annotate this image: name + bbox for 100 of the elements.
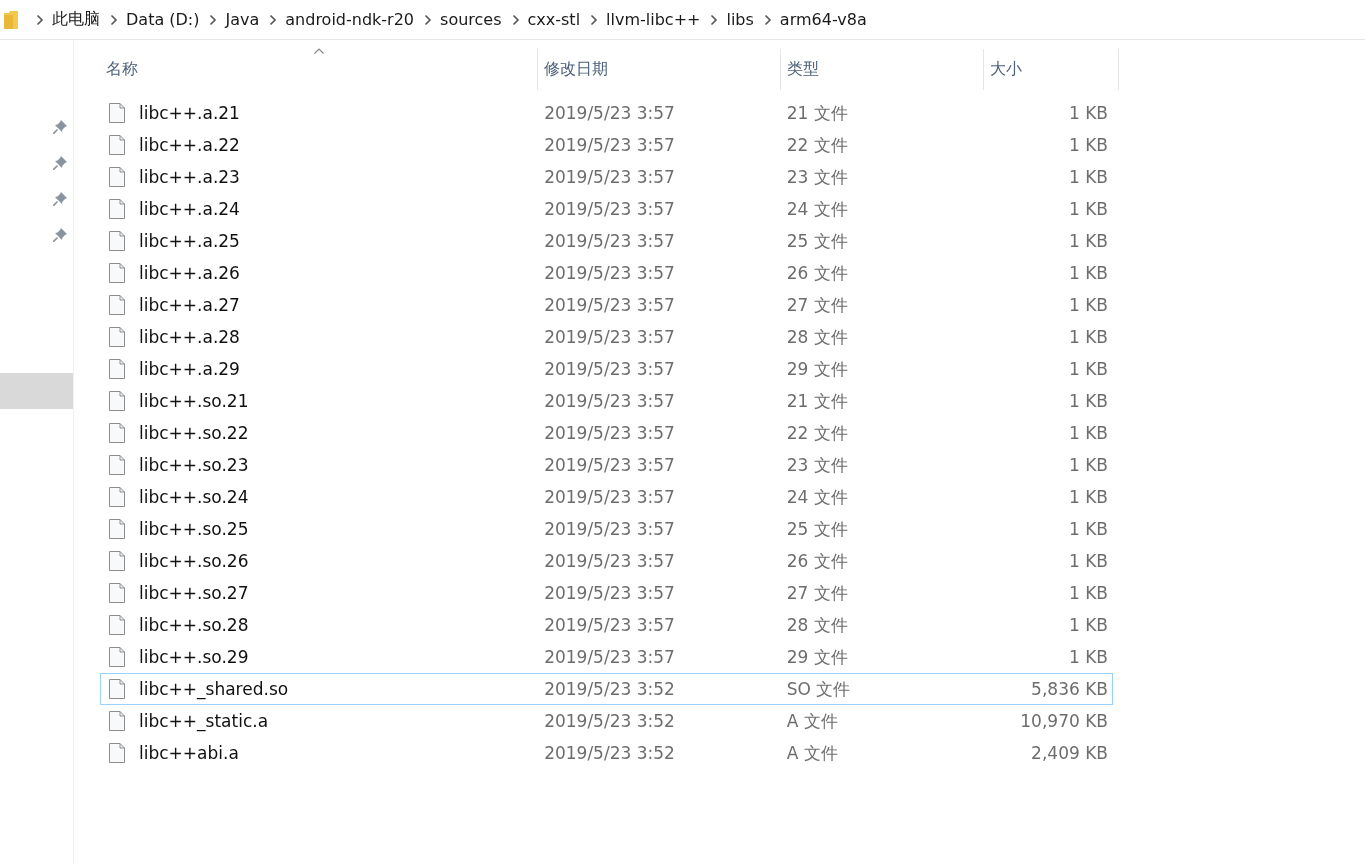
file-row[interactable]: libc++.so.23 2019/5/23 3:57 23 文件 1 KB <box>100 449 1113 481</box>
table-cell: 1 KB <box>1068 135 1108 155</box>
file-row[interactable]: libc++abi.a 2019/5/23 3:52 A 文件 2,409 KB <box>100 737 1113 769</box>
table-cell: libc++.so.25 <box>139 519 249 539</box>
file-icon <box>109 423 125 443</box>
file-row[interactable]: libc++.so.21 2019/5/23 3:57 21 文件 1 KB <box>100 385 1113 417</box>
file-row[interactable]: libc++.a.22 2019/5/23 3:57 22 文件 1 KB <box>100 129 1113 161</box>
file-row[interactable]: libc++.so.25 2019/5/23 3:57 25 文件 1 KB <box>100 513 1113 545</box>
breadcrumb-item[interactable]: 此电脑 <box>52 9 100 30</box>
file-row[interactable]: libc++.so.27 2019/5/23 3:57 27 文件 1 KB <box>100 577 1113 609</box>
file-row[interactable]: libc++.a.26 2019/5/23 3:57 26 文件 1 KB <box>100 257 1113 289</box>
file-icon <box>109 615 125 635</box>
table-cell: 29 文件 <box>786 645 848 669</box>
table-cell: libc++.so.24 <box>139 487 249 507</box>
file-row[interactable]: libc++_shared.so 2019/5/23 3:52 SO 文件 5,836 KB <box>100 673 1113 705</box>
breadcrumb-item[interactable]: sources <box>440 10 502 29</box>
table-cell: 1 KB <box>1068 295 1108 315</box>
table-cell: 1 KB <box>1068 487 1108 507</box>
table-cell: 26 文件 <box>786 261 848 285</box>
column-header[interactable]: 类型 <box>781 49 984 90</box>
pin-icon <box>53 228 67 242</box>
table-cell: libc++.so.22 <box>139 423 249 443</box>
table-cell: 2,409 KB <box>1031 743 1108 763</box>
breadcrumb-item[interactable]: android-ndk-r20 <box>285 10 415 29</box>
table-cell: libc++.a.24 <box>139 199 240 219</box>
chevron-icon <box>424 13 433 26</box>
table-cell: libc++.a.28 <box>139 327 240 347</box>
file-row[interactable]: libc++.so.29 2019/5/23 3:57 29 文件 1 KB <box>100 641 1113 673</box>
file-icon <box>109 487 125 507</box>
file-row[interactable]: libc++_static.a 2019/5/23 3:52 A 文件 10,970 KB <box>100 705 1113 737</box>
table-cell: libc++.so.28 <box>139 615 249 635</box>
table-cell: 24 文件 <box>786 485 848 509</box>
table-cell: 29 文件 <box>786 357 848 381</box>
table-cell: 23 文件 <box>786 165 848 189</box>
file-icon <box>109 359 125 379</box>
file-row[interactable]: libc++.a.27 2019/5/23 3:57 27 文件 1 KB <box>100 289 1113 321</box>
table-cell: 1 KB <box>1068 455 1108 475</box>
file-row[interactable]: libc++.so.26 2019/5/23 3:57 26 文件 1 KB <box>100 545 1113 577</box>
table-cell: 1 KB <box>1068 615 1108 635</box>
table-cell: libc++.a.23 <box>139 167 240 187</box>
table-cell: 2019/5/23 3:57 <box>544 519 675 539</box>
column-header[interactable]: 大小 <box>984 49 1119 90</box>
address-bar[interactable]: 此电脑 Data (D:) Java android-ndk-r20 sources cxx-stl llvm-libc++ libs arm64-v8a <box>0 0 1365 40</box>
table-cell: SO 文件 <box>786 677 851 701</box>
table-cell: 2019/5/23 3:57 <box>544 551 675 571</box>
table-cell: 26 文件 <box>786 549 848 573</box>
pin-icon <box>53 192 67 206</box>
table-cell: libc++.so.21 <box>139 391 249 411</box>
file-row[interactable]: libc++.a.24 2019/5/23 3:57 24 文件 1 KB <box>100 193 1113 225</box>
file-row[interactable]: libc++.a.23 2019/5/23 3:57 23 文件 1 KB <box>100 161 1113 193</box>
table-cell: 5,836 KB <box>1031 679 1108 699</box>
table-cell: 10,970 KB <box>1020 711 1108 731</box>
file-icon <box>109 135 125 155</box>
pin-icon <box>53 120 67 134</box>
table-cell: 2019/5/23 3:57 <box>544 423 675 443</box>
file-icon <box>109 519 125 539</box>
table-cell: 2019/5/23 3:57 <box>544 583 675 603</box>
breadcrumb-item[interactable]: libs <box>726 10 754 29</box>
breadcrumb-item[interactable]: arm64-v8a <box>779 10 867 29</box>
breadcrumb-item[interactable]: llvm-libc++ <box>606 10 701 29</box>
file-icon <box>109 199 125 219</box>
table-cell: 2019/5/23 3:57 <box>544 103 675 123</box>
table-cell: 1 KB <box>1068 103 1108 123</box>
table-cell: 2019/5/23 3:57 <box>544 295 675 315</box>
table-cell: 1 KB <box>1068 647 1108 667</box>
file-row[interactable]: libc++.a.21 2019/5/23 3:57 21 文件 1 KB <box>100 97 1113 129</box>
chevron-icon <box>110 13 118 26</box>
file-row[interactable]: libc++.a.28 2019/5/23 3:57 28 文件 1 KB <box>100 321 1113 353</box>
file-row[interactable]: libc++.so.28 2019/5/23 3:57 28 文件 1 KB <box>100 609 1113 641</box>
file-row[interactable]: libc++.a.29 2019/5/23 3:57 29 文件 1 KB <box>100 353 1113 385</box>
chevron-icon <box>511 13 520 26</box>
table-cell: libc++.a.22 <box>139 135 240 155</box>
table-cell: 28 文件 <box>786 325 848 349</box>
file-row[interactable]: libc++.a.25 2019/5/23 3:57 25 文件 1 KB <box>100 225 1113 257</box>
table-cell: 1 KB <box>1068 231 1108 251</box>
file-row[interactable]: libc++.so.22 2019/5/23 3:57 22 文件 1 KB <box>100 417 1113 449</box>
chevron-icon <box>710 13 719 26</box>
table-cell: 2019/5/23 3:57 <box>544 391 675 411</box>
table-cell: 21 文件 <box>786 389 848 413</box>
file-row[interactable]: libc++.so.24 2019/5/23 3:57 24 文件 1 KB <box>100 481 1113 513</box>
column-header[interactable]: 名称 <box>100 49 538 90</box>
table-cell: 27 文件 <box>786 293 848 317</box>
table-cell: 2019/5/23 3:57 <box>544 263 675 283</box>
breadcrumb-item[interactable]: Data (D:) <box>126 10 200 29</box>
table-cell: 27 文件 <box>786 581 848 605</box>
table-cell: 23 文件 <box>786 453 848 477</box>
table-cell: 1 KB <box>1068 391 1108 411</box>
breadcrumb-item[interactable]: Java <box>225 10 260 29</box>
breadcrumb-item[interactable]: cxx-stl <box>527 10 581 29</box>
sort-up-icon <box>313 48 324 54</box>
table-cell: 2019/5/23 3:52 <box>544 711 675 731</box>
file-icon <box>109 263 125 283</box>
file-icon <box>109 391 125 411</box>
table-cell: 2019/5/23 3:57 <box>544 135 675 155</box>
table-cell: 25 文件 <box>786 517 848 541</box>
table-cell: 1 KB <box>1068 263 1108 283</box>
column-header[interactable]: 修改日期 <box>538 49 781 90</box>
table-cell: 25 文件 <box>786 229 848 253</box>
chevron-icon <box>269 13 278 26</box>
folder-icon <box>4 10 18 29</box>
